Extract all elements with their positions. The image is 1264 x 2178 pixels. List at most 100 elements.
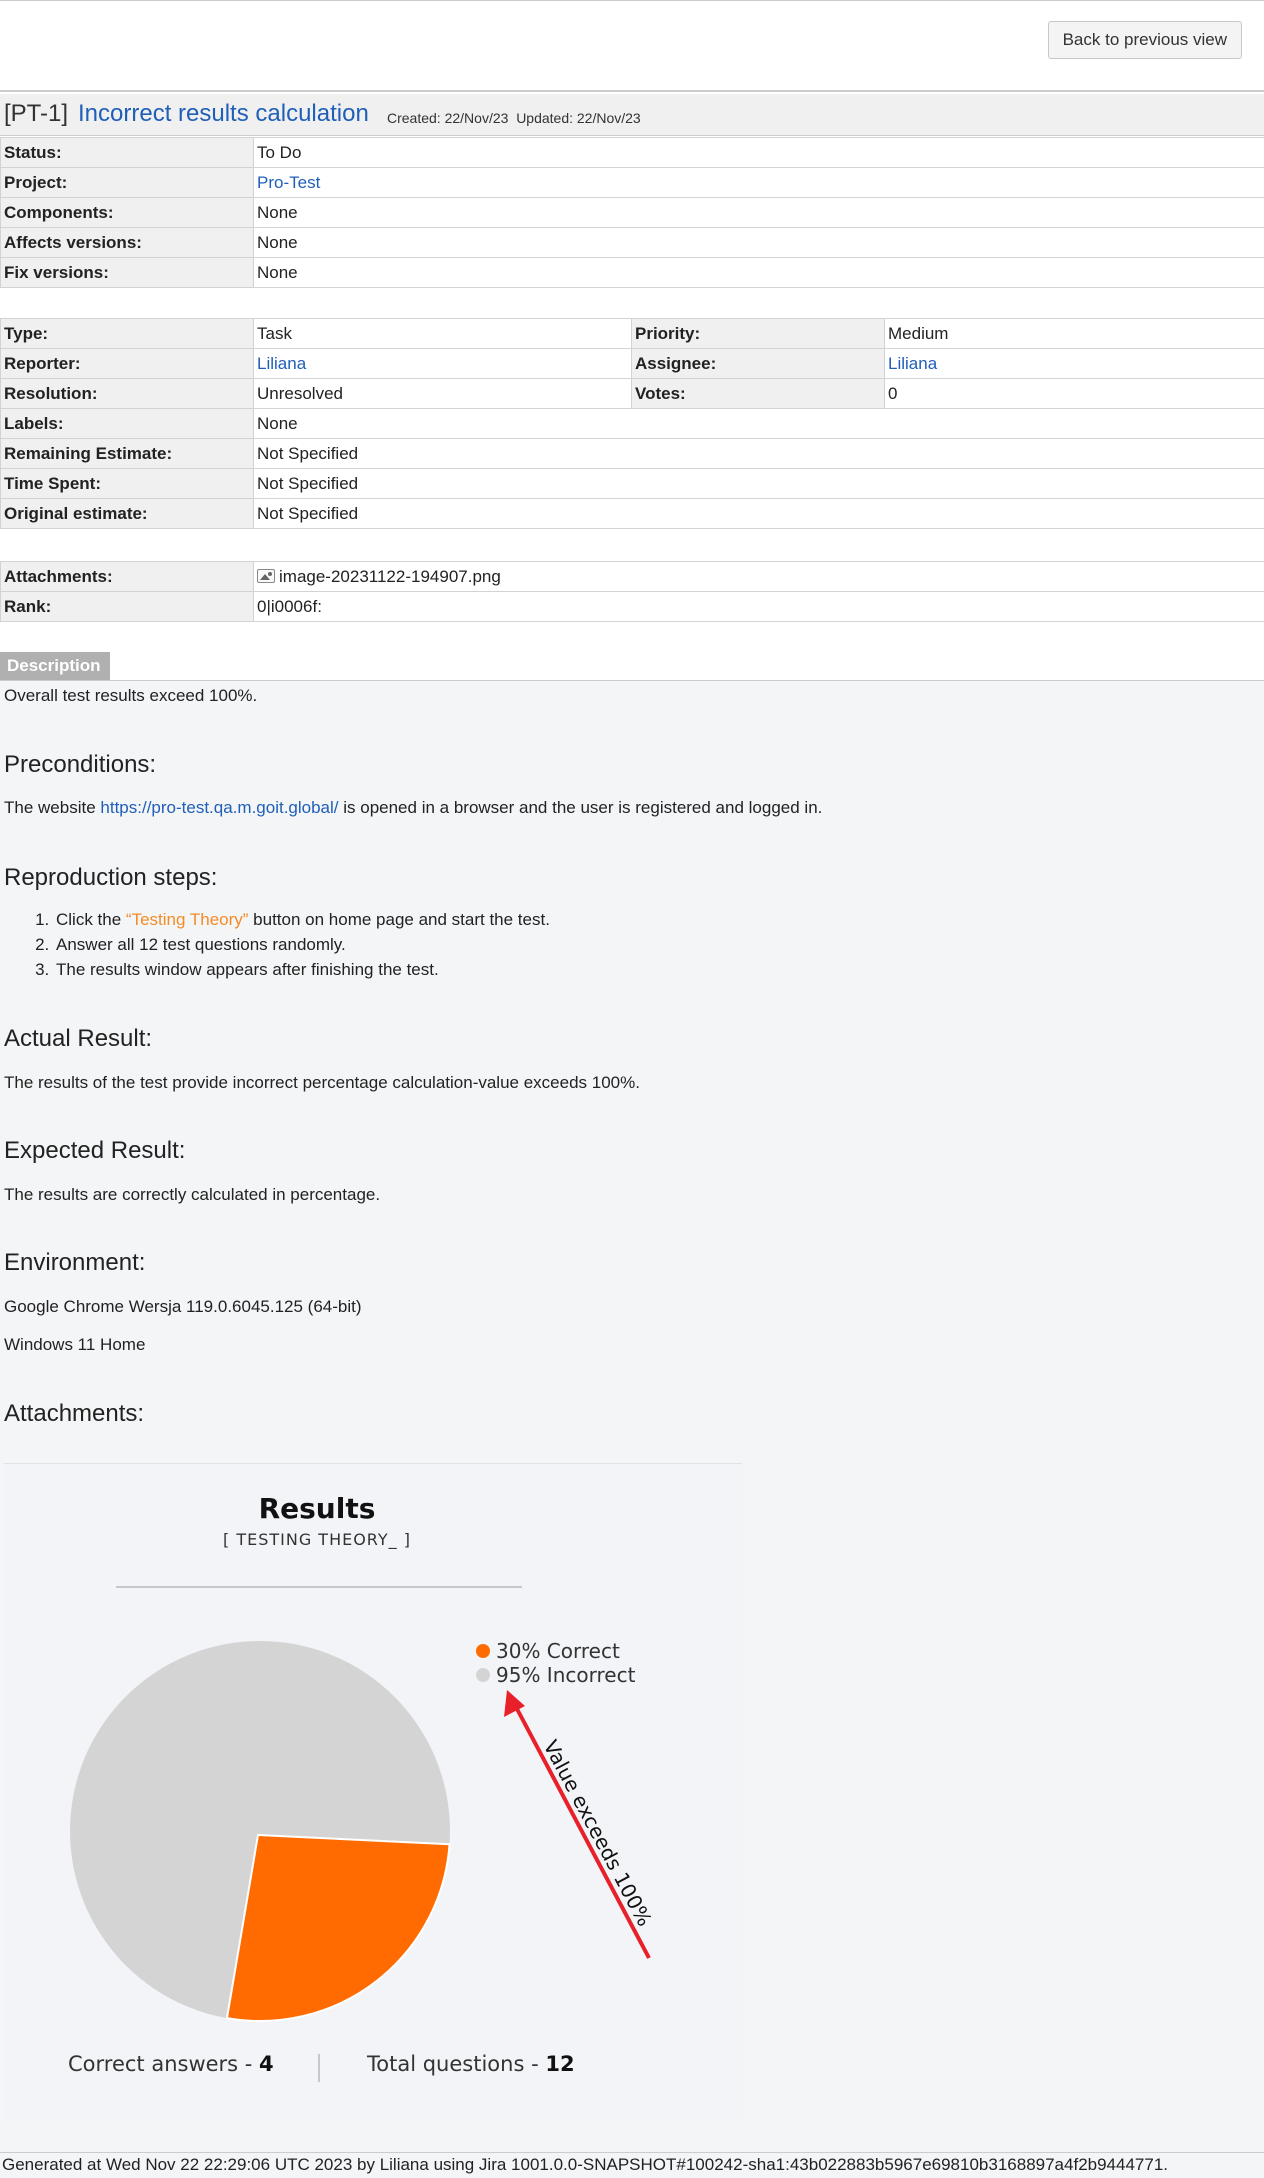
expected-result-heading: Expected Result: <box>4 1137 186 1164</box>
website-link[interactable]: https://pro-test.qa.m.goit.global/ <box>100 798 338 817</box>
field-row-fix-versions: Fix versions: None <box>0 257 1264 288</box>
main-fields-table: Status: To Do Project: Pro-Test Componen… <box>0 137 1264 288</box>
field-row-attachments: Attachments: image-20231122-194907.png <box>0 561 1264 592</box>
detail-fields-table: Type: Task Priority: Medium Reporter: Li… <box>0 318 1264 529</box>
description-intro: Overall test results exceed 100%. <box>4 686 258 705</box>
preconditions-text-after: is opened in a browser and the user is r… <box>338 798 823 817</box>
actual-result-heading: Actual Result: <box>4 1025 153 1052</box>
field-value: 0 <box>884 378 1264 409</box>
updated-date: Updated: 22/Nov/23 <box>516 110 641 126</box>
reproduction-steps-list: Click the “Testing Theory” button on hom… <box>30 907 550 982</box>
field-value: None <box>253 257 1264 288</box>
field-row-rank: Rank: 0|i0006f: <box>0 591 1264 622</box>
field-row-components: Components: None <box>0 197 1264 228</box>
environment-heading: Environment: <box>4 1249 146 1276</box>
created-date: Created: 22/Nov/23 <box>387 110 509 126</box>
issue-summary-link[interactable]: Incorrect results calculation <box>78 100 369 128</box>
legend-correct: 30% Correct <box>476 1639 620 1663</box>
field-label: Status: <box>0 137 254 168</box>
expected-result-text: The results are correctly calculated in … <box>4 1185 381 1204</box>
field-label: Project: <box>0 167 254 198</box>
field-label: Reporter: <box>0 348 254 379</box>
total-questions-stat: Total questions - 12 <box>367 2052 575 2076</box>
field-label: Remaining Estimate: <box>0 438 254 469</box>
assignee-link[interactable]: Liliana <box>888 354 937 373</box>
list-item: Click the “Testing Theory” button on hom… <box>54 907 550 932</box>
field-value: Medium <box>884 318 1264 349</box>
environment-line: Google Chrome Wersja 119.0.6045.125 (64-… <box>4 1297 362 1316</box>
description-tab: Description <box>0 652 110 680</box>
results-graphic: Value exceeds 100% <box>70 1641 657 2022</box>
field-row-status: Status: To Do <box>0 137 1264 168</box>
actual-result-text: The results of the test provide incorrec… <box>4 1073 640 1092</box>
field-label: Assignee: <box>631 348 885 379</box>
environment-line: Windows 11 Home <box>4 1335 146 1354</box>
field-label: Priority: <box>631 318 885 349</box>
field-value: None <box>253 408 1264 439</box>
field-row-labels: Labels: None <box>0 408 1264 439</box>
field-value: None <box>253 227 1264 258</box>
field-value: 0|i0006f: <box>253 591 1264 622</box>
annotation-arrow-head <box>504 1690 525 1717</box>
project-link[interactable]: Pro-Test <box>257 173 320 192</box>
field-row-original-estimate: Original estimate: Not Specified <box>0 498 1264 529</box>
correct-answers-stat: Correct answers - 4 <box>68 2052 274 2076</box>
field-label: Attachments: <box>0 561 254 592</box>
list-item: Answer all 12 test questions randomly. <box>54 932 550 957</box>
extra-fields-table: Attachments: image-20231122-194907.png R… <box>0 561 1264 622</box>
field-value: Task <box>253 318 632 349</box>
field-value: Not Specified <box>253 498 1264 529</box>
pie-correct-slice <box>225 1833 451 2022</box>
testing-theory-highlight: “Testing Theory” <box>125 910 249 929</box>
field-value: Not Specified <box>253 468 1264 499</box>
back-to-previous-view-button[interactable]: Back to previous view <box>1047 21 1242 59</box>
reporter-link[interactable]: Liliana <box>257 354 306 373</box>
field-value: To Do <box>253 137 1264 168</box>
stat-divider <box>318 2054 320 2082</box>
field-row-type-priority: Type: Task Priority: Medium <box>0 318 1264 349</box>
field-row-resolution-votes: Resolution: Unresolved Votes: 0 <box>0 378 1264 409</box>
field-row-affects-versions: Affects versions: None <box>0 227 1264 258</box>
field-label: Original estimate: <box>0 498 254 529</box>
attachments-heading: Attachments: <box>4 1400 145 1427</box>
issue-dates: Created: 22/Nov/23 Updated: 22/Nov/23 <box>387 110 641 126</box>
total-questions-label: Total questions - <box>367 2052 546 2076</box>
total-questions-value: 12 <box>545 2052 575 2076</box>
attachment-file-link[interactable]: image-20231122-194907.png <box>279 567 501 586</box>
field-row-reporter-assignee: Reporter: Liliana Assignee: Liliana <box>0 348 1264 379</box>
correct-answers-value: 4 <box>259 2052 274 2076</box>
field-row-project: Project: Pro-Test <box>0 167 1264 198</box>
step-text: Click the <box>56 910 126 929</box>
field-label: Votes: <box>631 378 885 409</box>
field-label: Affects versions: <box>0 227 254 258</box>
legend-label: 95% Incorrect <box>496 1663 636 1687</box>
legend-label: 30% Correct <box>496 1639 620 1663</box>
correct-answers-label: Correct answers - <box>68 2052 260 2076</box>
field-row-remaining-estimate: Remaining Estimate: Not Specified <box>0 438 1264 469</box>
gray-dot-icon <box>476 1668 490 1682</box>
attached-results-screenshot: Results [ TESTING THEORY_ ] Value exceed… <box>4 1463 742 2120</box>
field-label: Rank: <box>0 591 254 622</box>
annotation-text: Value exceeds 100% <box>539 1736 657 1930</box>
field-label: Components: <box>0 197 254 228</box>
field-value: None <box>253 197 1264 228</box>
generated-footer: Generated at Wed Nov 22 22:29:06 UTC 202… <box>0 2152 1264 2178</box>
list-item: The results window appears after finishi… <box>54 957 550 982</box>
preconditions-text-before: The website <box>4 798 101 817</box>
field-label: Type: <box>0 318 254 349</box>
step-text: button on home page and start the test. <box>248 910 550 929</box>
field-row-time-spent: Time Spent: Not Specified <box>0 468 1264 499</box>
field-label: Resolution: <box>0 378 254 409</box>
preconditions-text: The website https://pro-test.qa.m.goit.g… <box>4 798 822 818</box>
issue-key: [PT-1] <box>4 100 69 127</box>
field-value: Unresolved <box>253 378 632 409</box>
field-label: Fix versions: <box>0 257 254 288</box>
field-value: Not Specified <box>253 438 1264 469</box>
top-toolbar: Back to previous view <box>0 0 1264 92</box>
issue-title-row: [PT-1] Incorrect results calculation Cre… <box>0 94 1264 136</box>
preconditions-heading: Preconditions: <box>4 751 157 778</box>
orange-dot-icon <box>476 1644 490 1658</box>
field-label: Labels: <box>0 408 254 439</box>
annotation-arrow-line <box>514 1706 651 1959</box>
legend-incorrect: 95% Incorrect <box>476 1663 635 1687</box>
